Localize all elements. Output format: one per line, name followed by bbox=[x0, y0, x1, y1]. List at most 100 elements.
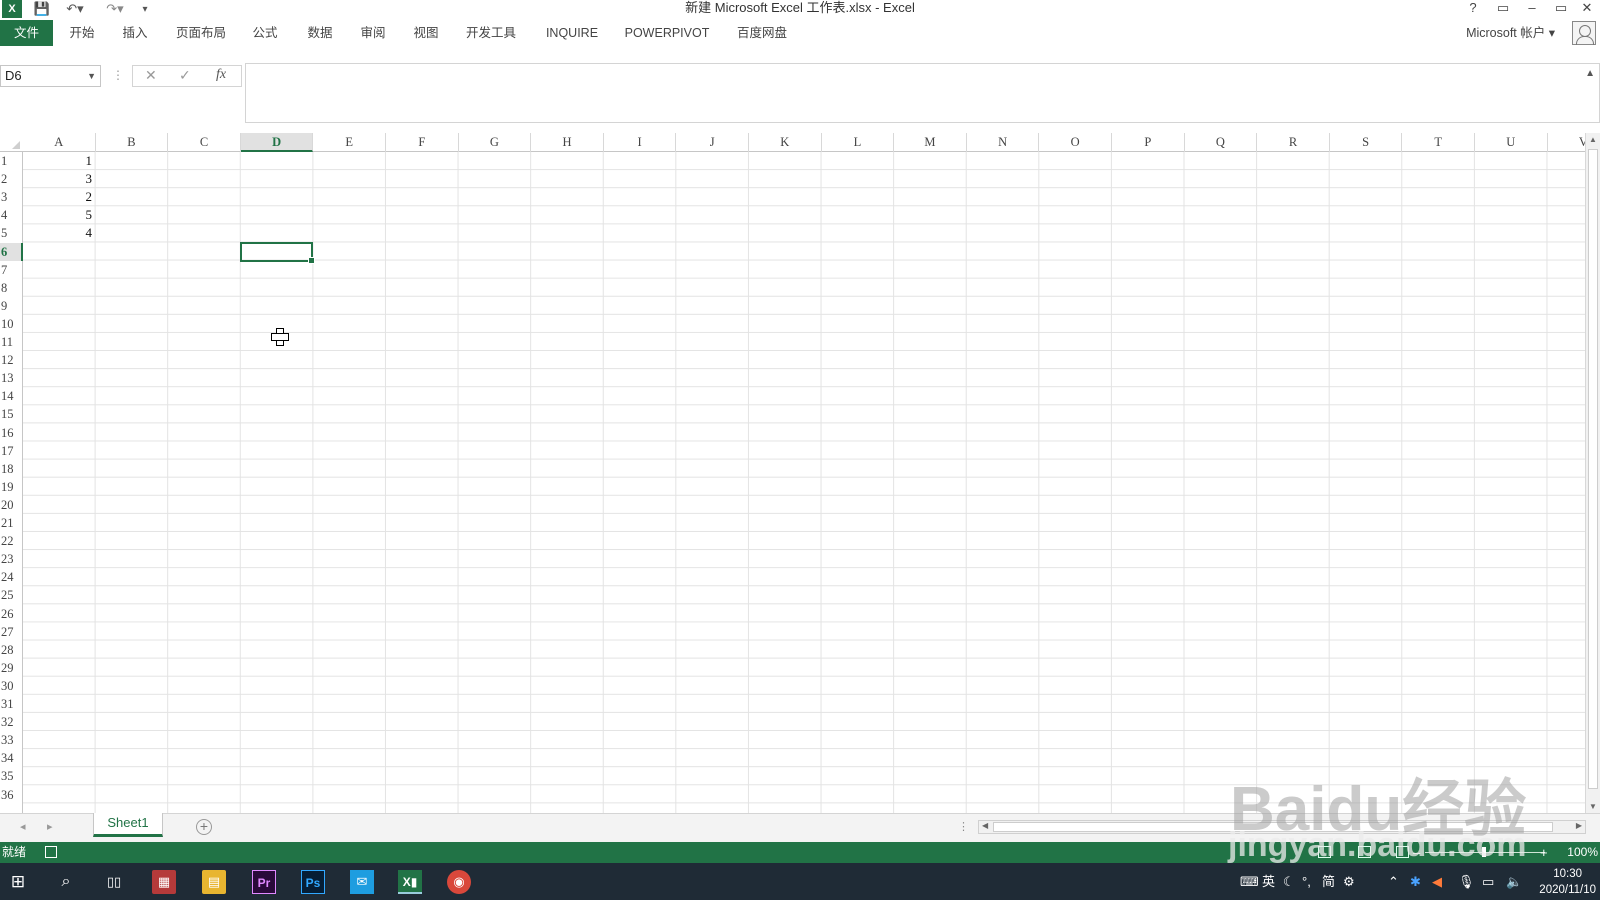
photoshop-icon[interactable]: Ps bbox=[301, 870, 325, 894]
page-layout-view-icon[interactable] bbox=[1358, 846, 1371, 858]
page-break-view-icon[interactable] bbox=[1396, 846, 1409, 858]
system-clock[interactable]: 10:30 2020/11/10 bbox=[1539, 866, 1596, 898]
column-header-e[interactable]: E bbox=[313, 133, 386, 152]
active-cell-d6[interactable] bbox=[239, 241, 315, 264]
column-header-p[interactable]: P bbox=[1112, 133, 1185, 152]
tab-formulas[interactable]: 公式 bbox=[245, 20, 285, 46]
column-header-t[interactable]: T bbox=[1402, 133, 1475, 152]
row-header-9[interactable]: 9 bbox=[0, 297, 23, 315]
column-header-c[interactable]: C bbox=[168, 133, 241, 152]
minimize-button[interactable]: – bbox=[1521, 0, 1543, 18]
ime-english[interactable]: 英 bbox=[1262, 863, 1275, 900]
mail-icon[interactable]: ✉ bbox=[350, 870, 374, 894]
row-header-12[interactable]: 12 bbox=[0, 351, 23, 369]
restore-button[interactable]: ▭ bbox=[1550, 0, 1572, 18]
tab-data[interactable]: 数据 bbox=[300, 20, 340, 46]
row-header-2[interactable]: 2 bbox=[0, 170, 23, 188]
row-header-22[interactable]: 22 bbox=[0, 532, 23, 550]
show-hidden-icons-icon[interactable]: ⌃ bbox=[1388, 863, 1399, 900]
row-header-13[interactable]: 13 bbox=[0, 369, 23, 387]
macro-record-icon[interactable] bbox=[45, 846, 57, 858]
tab-baidu-netdisk[interactable]: 百度网盘 bbox=[733, 20, 791, 46]
network-icon[interactable]: ▭ bbox=[1482, 863, 1494, 900]
scroll-right-icon[interactable]: ▶ bbox=[1576, 821, 1582, 830]
row-header-4[interactable]: 4 bbox=[0, 206, 23, 224]
row-header-8[interactable]: 8 bbox=[0, 279, 23, 297]
zoom-out-button[interactable]: – bbox=[1413, 842, 1420, 863]
vertical-scroll-thumb[interactable] bbox=[1588, 149, 1598, 789]
row-header-3[interactable]: 3 bbox=[0, 188, 23, 206]
video-editor-icon[interactable]: ▦ bbox=[152, 870, 176, 894]
row-header-15[interactable]: 15 bbox=[0, 405, 23, 423]
account-menu[interactable]: Microsoft 帐户 ▾ bbox=[1466, 20, 1555, 46]
tab-home[interactable]: 开始 bbox=[62, 20, 102, 46]
avatar[interactable] bbox=[1572, 21, 1596, 45]
row-header-11[interactable]: 11 bbox=[0, 333, 23, 351]
column-header-q[interactable]: Q bbox=[1185, 133, 1258, 152]
row-header-17[interactable]: 17 bbox=[0, 442, 23, 460]
tab-inquire[interactable]: INQUIRE bbox=[540, 20, 604, 46]
next-sheet-icon[interactable]: ▸ bbox=[47, 820, 53, 833]
row-header-31[interactable]: 31 bbox=[0, 695, 23, 713]
drag-handle-icon[interactable]: ⋮ bbox=[112, 68, 124, 82]
vertical-scrollbar[interactable]: ▲ ▼ bbox=[1585, 133, 1600, 813]
zoom-in-button[interactable]: + bbox=[1540, 842, 1548, 863]
premiere-icon[interactable]: Pr bbox=[252, 870, 276, 894]
normal-view-icon[interactable] bbox=[1318, 846, 1331, 858]
row-header-27[interactable]: 27 bbox=[0, 623, 23, 641]
column-header-j[interactable]: J bbox=[676, 133, 749, 152]
row-header-35[interactable]: 35 bbox=[0, 767, 23, 785]
chrome-icon[interactable]: ◉ bbox=[447, 870, 471, 894]
windows-start-icon[interactable]: ⊞ bbox=[6, 870, 30, 894]
column-header-l[interactable]: L bbox=[822, 133, 895, 152]
formula-input[interactable]: ▲ bbox=[245, 63, 1600, 123]
row-header-6[interactable]: 6 bbox=[0, 242, 23, 261]
row-header-29[interactable]: 29 bbox=[0, 659, 23, 677]
column-header-o[interactable]: O bbox=[1039, 133, 1112, 152]
row-header-34[interactable]: 34 bbox=[0, 749, 23, 767]
collapse-formula-bar-icon[interactable]: ▲ bbox=[1585, 68, 1595, 79]
excel-taskbar-icon[interactable]: X▮ bbox=[398, 870, 422, 894]
tab-insert[interactable]: 插入 bbox=[115, 20, 155, 46]
row-header-7[interactable]: 7 bbox=[0, 261, 23, 279]
row-header-25[interactable]: 25 bbox=[0, 586, 23, 604]
row-header-5[interactable]: 5 bbox=[0, 224, 23, 242]
tab-developer[interactable]: 开发工具 bbox=[461, 20, 521, 46]
row-header-10[interactable]: 10 bbox=[0, 315, 23, 333]
help-button[interactable]: ? bbox=[1462, 0, 1484, 18]
bluetooth-icon[interactable]: ✱ bbox=[1410, 863, 1421, 900]
scroll-left-icon[interactable]: ◀ bbox=[982, 821, 988, 830]
notification-app-icon[interactable]: ◀ bbox=[1432, 863, 1442, 900]
cell-a5[interactable]: 4 bbox=[23, 224, 95, 242]
column-header-m[interactable]: M bbox=[894, 133, 967, 152]
column-header-u[interactable]: U bbox=[1475, 133, 1548, 152]
tab-split-handle-icon[interactable]: ⋮ bbox=[958, 820, 969, 833]
volume-icon[interactable]: 🔈 bbox=[1506, 863, 1522, 900]
cell-a2[interactable]: 3 bbox=[23, 170, 95, 188]
cell-a1[interactable]: 1 bbox=[23, 152, 95, 170]
tab-view[interactable]: 视图 bbox=[406, 20, 446, 46]
search-icon[interactable]: ⌕ bbox=[54, 870, 78, 894]
insert-function-icon[interactable]: fx bbox=[216, 67, 226, 83]
column-header-i[interactable]: I bbox=[604, 133, 677, 152]
scroll-up-icon[interactable]: ▲ bbox=[1589, 135, 1597, 144]
select-all-button[interactable] bbox=[0, 133, 23, 152]
ribbon-display-options-icon[interactable]: ▭ bbox=[1492, 0, 1514, 18]
column-header-r[interactable]: R bbox=[1257, 133, 1330, 152]
column-header-g[interactable]: G bbox=[459, 133, 532, 152]
file-explorer-icon[interactable]: ▤ bbox=[202, 870, 226, 894]
row-header-18[interactable]: 18 bbox=[0, 460, 23, 478]
row-header-33[interactable]: 33 bbox=[0, 731, 23, 749]
row-header-24[interactable]: 24 bbox=[0, 568, 23, 586]
close-button[interactable]: ✕ bbox=[1576, 0, 1598, 18]
horizontal-scrollbar[interactable]: ◀ ▶ bbox=[978, 820, 1586, 834]
name-box[interactable]: D6 ▼ bbox=[0, 65, 101, 87]
column-header-h[interactable]: H bbox=[531, 133, 604, 152]
column-header-f[interactable]: F bbox=[386, 133, 459, 152]
row-header-20[interactable]: 20 bbox=[0, 496, 23, 514]
row-header-32[interactable]: 32 bbox=[0, 713, 23, 731]
row-header-16[interactable]: 16 bbox=[0, 424, 23, 442]
row-header-19[interactable]: 19 bbox=[0, 478, 23, 496]
tab-powerpivot[interactable]: POWERPIVOT bbox=[622, 20, 712, 46]
tab-page-layout[interactable]: 页面布局 bbox=[172, 20, 230, 46]
